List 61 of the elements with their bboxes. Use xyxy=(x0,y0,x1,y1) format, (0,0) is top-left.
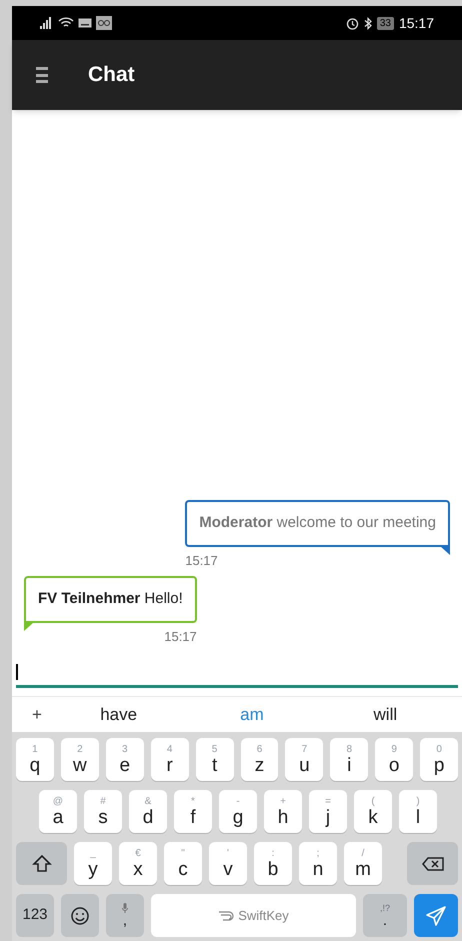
glasses-icon xyxy=(96,16,112,30)
keyboard-key[interactable]: 8 i xyxy=(330,738,368,781)
keyboard-key[interactable]: ) l xyxy=(399,790,437,833)
keyboard-key[interactable]: & d xyxy=(129,790,167,833)
backspace-icon xyxy=(422,856,444,870)
keyboard-key[interactable]: 3 e xyxy=(106,738,144,781)
battery-level: 33 xyxy=(376,16,394,30)
keyboard-key[interactable]: = j xyxy=(309,790,347,833)
text-cursor xyxy=(16,664,18,680)
word-suggestion[interactable]: am xyxy=(185,702,319,728)
bluetooth-icon xyxy=(364,16,372,30)
keyboard-key[interactable]: 9 o xyxy=(375,738,414,781)
keyboard-icon xyxy=(78,18,92,28)
keyboard-key[interactable]: 7 u xyxy=(285,738,324,781)
message-time: 15:17 xyxy=(185,552,218,570)
smiley-icon xyxy=(70,906,90,926)
message-bubble: FV Teilnehmer Hello! xyxy=(24,576,197,622)
alarm-icon xyxy=(346,16,359,30)
space-bar[interactable]: SwiftKey xyxy=(151,894,356,937)
keyboard-key[interactable]: 6 z xyxy=(240,738,278,781)
send-icon xyxy=(425,904,447,926)
word-suggestion[interactable]: will xyxy=(318,702,452,728)
keyboard-key[interactable]: ; n xyxy=(299,842,337,885)
signal-icon xyxy=(40,17,54,29)
keyboard-key[interactable]: / m xyxy=(344,842,382,885)
swiftkey-logo-icon xyxy=(218,910,236,922)
backspace-key[interactable] xyxy=(407,842,458,885)
shift-key[interactable] xyxy=(16,842,67,885)
message-bubble: Moderator welcome to our meeting xyxy=(185,500,450,546)
send-button[interactable] xyxy=(414,894,458,937)
message-time: 15:17 xyxy=(164,628,197,646)
wifi-icon xyxy=(58,17,74,29)
keyboard-key[interactable]: @ a xyxy=(39,790,77,833)
keyboard-key[interactable]: 2 w xyxy=(60,738,99,781)
keyboard-key[interactable]: # s xyxy=(84,790,122,833)
shift-icon xyxy=(32,854,52,874)
keyboard-key[interactable]: 5 t xyxy=(196,738,234,781)
bubble-tail-icon xyxy=(440,546,450,554)
keyboard-key[interactable]: * f xyxy=(174,790,212,833)
keyboard-key[interactable]: ( k xyxy=(354,790,392,833)
keyboard-key[interactable]: 4 r xyxy=(150,738,189,781)
comma-key[interactable]: , xyxy=(106,894,144,937)
keyboard-key[interactable]: € x xyxy=(119,842,157,885)
clock-time: 15:17 xyxy=(398,14,434,32)
numbers-key[interactable]: 123 xyxy=(16,894,54,937)
add-button[interactable]: + xyxy=(22,702,52,728)
keyboard-key[interactable]: - g xyxy=(219,790,257,833)
screen-title: Chat xyxy=(88,62,135,88)
keyboard-key[interactable]: + h xyxy=(264,790,302,833)
emoji-key[interactable] xyxy=(61,894,99,937)
keyboard-key[interactable]: " c xyxy=(164,842,202,885)
microphone-icon xyxy=(122,903,128,913)
keyboard-key[interactable]: _ y xyxy=(74,842,112,885)
keyboard-key[interactable]: 0 p xyxy=(420,738,458,781)
period-key[interactable]: ,!? . xyxy=(363,894,407,937)
keyboard-key[interactable]: ' v xyxy=(209,842,247,885)
bubble-tail-icon xyxy=(24,622,34,630)
menu-icon[interactable] xyxy=(36,67,48,83)
word-suggestion[interactable]: have xyxy=(52,702,186,728)
keyboard-key[interactable]: 1 q xyxy=(16,738,54,781)
keyboard-key[interactable]: : b xyxy=(254,842,292,885)
